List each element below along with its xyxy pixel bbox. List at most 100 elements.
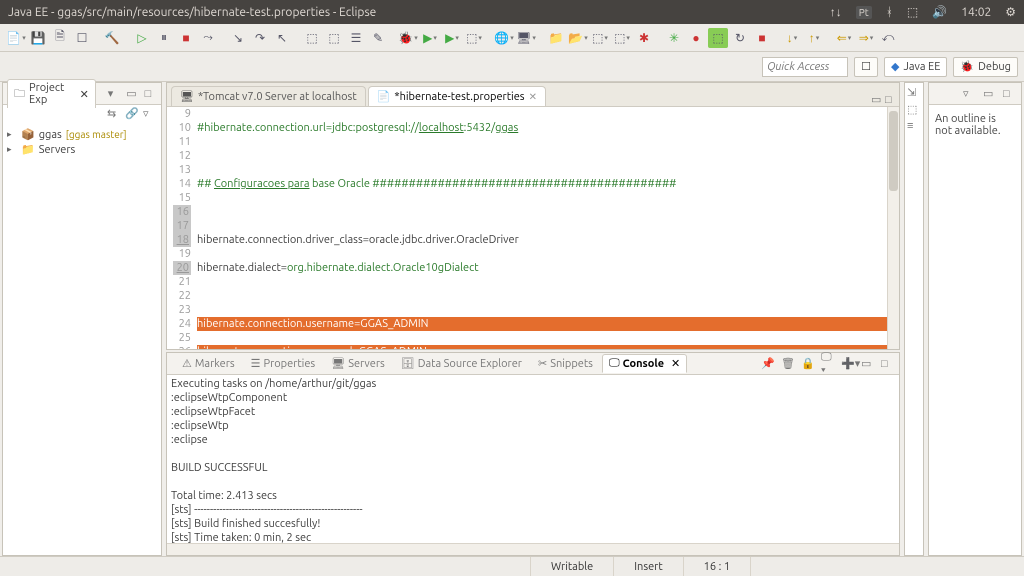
new-server-button[interactable]: 🖥 [516, 28, 536, 48]
clock[interactable]: 14:02 [961, 6, 991, 19]
tasklist-icon[interactable]: ≡ [907, 120, 921, 132]
restore-icon[interactable]: ⇲ [907, 86, 921, 99]
close-icon[interactable]: ✕ [671, 357, 680, 370]
bluetooth-icon[interactable]: ᚼ [886, 6, 893, 19]
tab-markers[interactable]: ⚠Markers [175, 354, 242, 373]
save-button[interactable]: 💾 [28, 28, 48, 48]
tree-label: ggas [39, 129, 62, 141]
forward-button[interactable]: ⇒ [856, 28, 876, 48]
keyboard-layout[interactable]: Pt [856, 6, 872, 19]
tab-console[interactable]: 🖵Console✕ [602, 354, 687, 373]
terminate-icon[interactable]: ■ [176, 28, 196, 48]
search-button[interactable]: ✱ [634, 28, 654, 48]
back-button[interactable]: ⇐ [834, 28, 854, 48]
print-button[interactable]: ☐ [72, 28, 92, 48]
link-editor-icon[interactable]: 🔗 [125, 107, 139, 121]
tree-node-servers[interactable]: ▸ 📁 Servers [7, 142, 157, 157]
minimize-icon[interactable]: ▭ [861, 357, 875, 370]
console-open-icon[interactable]: 🖵▾ [821, 351, 835, 377]
network-activity-icon[interactable]: ↑↓ [830, 5, 842, 19]
last-edit-icon[interactable]: ⤺ [878, 28, 898, 48]
tab-properties[interactable]: ☰Properties [244, 354, 323, 373]
view-menu-icon[interactable]: ▾ [108, 87, 120, 100]
step-return-icon[interactable]: ↖ [272, 28, 292, 48]
new-ejb-button[interactable]: ⬚ [590, 28, 610, 48]
build-button[interactable]: 🔨 [102, 28, 122, 48]
console-new-icon[interactable]: ➕▾ [841, 357, 855, 370]
project-icon: 📦 [21, 128, 35, 141]
tree-node-ggas[interactable]: ▸ 📦 ggas [ggas master] [7, 127, 157, 142]
view-menu2-icon[interactable]: ▿ [143, 107, 157, 121]
scrollbar-thumb[interactable] [889, 111, 898, 191]
new-jpa-button[interactable]: 📂 [568, 28, 588, 48]
close-icon[interactable]: ✕ [529, 91, 537, 103]
maximize-icon[interactable]: □ [145, 88, 157, 100]
editor-tab-hibernate[interactable]: 📄 *hibernate-test.properties ✕ [368, 86, 546, 106]
tab-snippets[interactable]: ✂Snippets [531, 354, 600, 373]
editor-body[interactable]: 9101112131415 1617181920 212223242526272… [167, 107, 899, 349]
outline-message: An outline is not available. [929, 105, 1021, 145]
maximize-icon[interactable]: □ [1003, 88, 1017, 100]
step-over-icon[interactable]: ↷ [250, 28, 270, 48]
console-clear-icon[interactable]: 🗑 [781, 357, 795, 370]
horizontal-scrollbar[interactable] [167, 543, 899, 555]
console-scroll-lock-icon[interactable]: 🔒 [801, 357, 815, 370]
dashboard-icon[interactable]: ⬚ [708, 28, 728, 48]
volume-icon[interactable]: 🔊 [932, 5, 947, 19]
console-pin-icon[interactable]: 📌 [761, 357, 775, 370]
suspend-icon[interactable]: ⏸ [154, 28, 174, 48]
network-icon[interactable]: ⬚ [907, 5, 918, 19]
console-output[interactable]: Executing tasks on /home/arthur/git/ggas… [167, 375, 899, 555]
perspective-debug[interactable]: 🐞Debug [953, 57, 1018, 77]
new-ws-button[interactable]: ⬚ [612, 28, 632, 48]
tab-servers[interactable]: 🖥Servers [324, 354, 392, 373]
minimize-icon[interactable]: ▭ [871, 93, 885, 106]
project-explorer-tab[interactable]: 🗀 Project Exp ✕ [7, 79, 96, 108]
open-type-button[interactable]: 📁 [546, 28, 566, 48]
project-tree[interactable]: ▸ 📦 ggas [ggas master] ▸ 📁 Servers [3, 123, 161, 161]
taskrepo-icon[interactable]: ⬚ [907, 103, 921, 116]
run-last-button[interactable]: ▶ [442, 28, 462, 48]
coverage-button[interactable]: ⬚ [464, 28, 484, 48]
toggle-ant-icon[interactable]: ✳ [664, 28, 684, 48]
relaunch-icon[interactable]: ↻ [730, 28, 750, 48]
expand-icon[interactable]: ▸ [7, 129, 17, 140]
tab-data-source[interactable]: 🗄Data Source Explorer [394, 354, 529, 373]
perspective-javaee[interactable]: ◆Java EE [884, 57, 947, 77]
maximize-icon[interactable]: □ [881, 358, 895, 370]
collapse-all-icon[interactable]: ⇆ [107, 107, 121, 121]
window-title: Java EE - ggas/src/main/resources/hibern… [8, 6, 830, 19]
quick-access-input[interactable] [762, 57, 848, 77]
prev-annotation-button[interactable]: ↑ [804, 28, 824, 48]
run-button[interactable]: ▶ [420, 28, 440, 48]
maximize-icon[interactable]: □ [885, 94, 899, 106]
debug-button[interactable]: 🐞 [398, 28, 418, 48]
editor-tab-tomcat[interactable]: 🖥 *Tomcat v7.0 Server at localhost [171, 86, 366, 106]
project-explorer-label: Project Exp [29, 82, 76, 106]
minimize-icon[interactable]: ▭ [126, 87, 138, 100]
drop-to-frame-icon[interactable]: ⬚ [302, 28, 322, 48]
outline-pane: ▿ ▭ □ An outline is not available. [928, 82, 1022, 556]
new-button[interactable]: 📄 [6, 28, 26, 48]
next-annotation-button[interactable]: ↓ [782, 28, 802, 48]
server-icon: 🖥 [180, 90, 194, 103]
expand-icon[interactable]: ▸ [7, 144, 17, 155]
use-step-filters-icon[interactable]: ⬚ [324, 28, 344, 48]
stop-icon[interactable]: ■ [752, 28, 772, 48]
view-menu-icon[interactable]: ▿ [963, 87, 977, 100]
external-tools-button[interactable]: 🌐 [494, 28, 514, 48]
disconnect-icon[interactable]: ⤳ [198, 28, 218, 48]
step-into-icon[interactable]: ↘ [228, 28, 248, 48]
save-all-button[interactable]: 🗎 [50, 28, 70, 48]
toggle-mark-occurrences-icon[interactable]: ✎ [368, 28, 388, 48]
open-perspective-button[interactable]: ☐ [854, 57, 878, 77]
pin-icon[interactable]: ● [686, 28, 706, 48]
vertical-scrollbar[interactable] [887, 107, 899, 349]
resume-icon[interactable]: ▷ [132, 28, 152, 48]
code-area[interactable]: #hibernate.connection.url=jdbc:postgresq… [197, 107, 885, 349]
toggle-breadcrumb-icon[interactable]: ☰ [346, 28, 366, 48]
git-decoration: [ggas master] [66, 129, 127, 140]
close-icon[interactable]: ✕ [80, 88, 89, 101]
settings-gear-icon[interactable]: ⚙ [1005, 5, 1016, 19]
minimize-icon[interactable]: ▭ [983, 87, 997, 100]
